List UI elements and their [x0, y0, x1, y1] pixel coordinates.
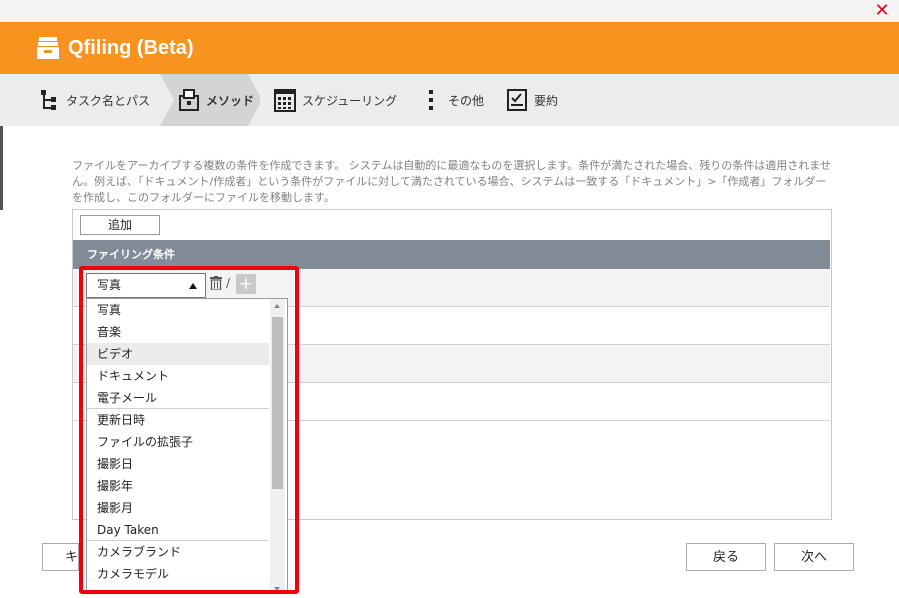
step-method[interactable]: メソッド — [178, 74, 254, 126]
step-label: その他 — [448, 93, 485, 108]
dropdown-scrollbar[interactable] — [270, 299, 285, 593]
dropdown-option-camera-model[interactable]: カメラモデル — [87, 563, 269, 585]
scroll-down-icon[interactable] — [274, 587, 280, 591]
archive-box-icon — [37, 37, 59, 59]
next-button[interactable]: 次へ — [774, 543, 854, 571]
condition-dropdown[interactable]: 写真 音楽 ビデオ ドキュメント 電子メール 更新日時 ファイルの拡張子 撮影日… — [86, 298, 288, 594]
window-top-strip — [0, 0, 899, 22]
dropdown-option-email[interactable]: 電子メール — [87, 387, 269, 409]
table-header: ファイリング条件 — [73, 240, 830, 269]
method-icon — [178, 88, 200, 112]
separator-slash: / — [226, 276, 231, 290]
more-vertical-icon — [420, 88, 442, 112]
dropdown-option-music[interactable]: 音楽 — [87, 321, 269, 343]
step-label: タスク名とパス — [66, 93, 151, 108]
dropdown-option-photo[interactable]: 写真 — [87, 299, 269, 321]
back-button[interactable]: 戻る — [686, 543, 766, 571]
step-task-name-path[interactable]: タスク名とパス — [38, 74, 150, 126]
dropdown-option-camera-brand[interactable]: カメラブランド — [87, 540, 269, 562]
summary-icon — [506, 88, 528, 112]
caret-up-icon — [189, 283, 197, 289]
condition-select[interactable]: 写真 — [86, 273, 206, 298]
step-scheduling[interactable]: スケジューリング — [274, 74, 397, 126]
filing-conditions-header: ファイリング条件 — [87, 248, 175, 261]
add-condition-button[interactable]: + — [236, 274, 256, 294]
dropdown-option-year-taken[interactable]: 撮影年 — [87, 475, 269, 497]
dropdown-option-date-taken[interactable]: 撮影日 — [87, 453, 269, 475]
cancel-button[interactable]: キ — [42, 543, 79, 571]
wizard-steps: タスク名とパス メソッド スケジューリング その他 要約 — [0, 74, 899, 126]
calendar-icon — [274, 88, 296, 112]
step-label: 要約 — [534, 93, 559, 108]
step-other[interactable]: その他 — [420, 74, 484, 126]
close-icon[interactable]: ✕ — [873, 1, 891, 21]
dropdown-option-video[interactable]: ビデオ — [87, 343, 269, 365]
app-title: Qfiling (Beta) — [68, 37, 194, 59]
scroll-thumb[interactable] — [272, 317, 283, 489]
condition-select-value: 写真 — [97, 278, 122, 292]
tree-icon — [38, 88, 60, 112]
app-header: Qfiling (Beta) — [0, 22, 899, 74]
dropdown-option-modified[interactable]: 更新日時 — [87, 408, 269, 430]
trash-icon[interactable] — [210, 276, 222, 290]
dropdown-option-extension[interactable]: ファイルの拡張子 — [87, 431, 269, 453]
dropdown-option-day-taken[interactable]: Day Taken — [87, 519, 269, 541]
step-label: スケジューリング — [302, 93, 398, 108]
method-description: ファイルをアーカイブする複数の条件を作成できます。 システムは自動的に最適なもの… — [72, 159, 831, 204]
add-button[interactable]: 追加 — [80, 215, 160, 235]
step-label: メソッド — [206, 93, 255, 108]
dropdown-option-month-taken[interactable]: 撮影月 — [87, 497, 269, 519]
scroll-up-icon[interactable] — [274, 304, 280, 308]
step-summary[interactable]: 要約 — [506, 74, 558, 126]
dropdown-option-document[interactable]: ドキュメント — [87, 365, 269, 387]
